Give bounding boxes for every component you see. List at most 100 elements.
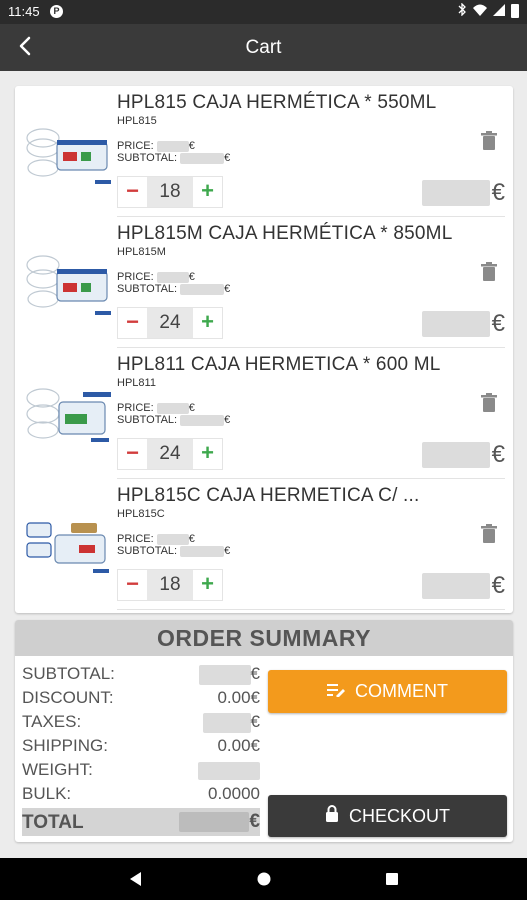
status-time: 11:45 [8,4,40,19]
line-total-value [421,311,490,337]
subtotal-currency: € [224,545,231,557]
cart-list[interactable]: HPL815 CAJA HERMÉTICA * 550ML HPL815 PRI… [15,86,513,613]
quantity-stepper: − 24 + [117,307,223,339]
product-image [23,489,115,589]
price-row: PRICE: € [117,140,195,152]
price-currency: € [188,271,195,283]
item-divider [117,609,505,610]
wifi-icon [473,4,487,19]
system-nav-bar [0,858,527,900]
summary-row-weight: WEIGHT: [22,758,260,782]
line-total: € [421,571,505,601]
price-currency: € [188,533,195,545]
line-total-currency: € [491,572,505,599]
summary-row-discount: DISCOUNT: 0.00€ [22,686,260,710]
subtotal-label: SUBTOTAL: [117,545,178,557]
price-currency: € [188,402,195,414]
summary-label: TAXES: [22,712,82,731]
quantity-stepper: − 18 + [117,176,223,208]
trash-icon[interactable] [481,262,497,282]
trash-icon[interactable] [481,393,497,413]
summary-label: SUBTOTAL: [22,664,115,683]
subtotal-value [180,152,225,164]
summary-label: SHIPPING: [22,736,108,755]
summary-label: WEIGHT: [22,760,93,779]
subtotal-row: SUBTOTAL: € [117,545,230,557]
subtotal-row: SUBTOTAL: € [117,283,230,295]
trash-icon[interactable] [481,131,497,151]
price-label: PRICE: [117,402,154,414]
cart-item: HPL811 CAJA HERMETICA * 600 ML HPL811 PR… [15,348,513,479]
decrease-quantity-button[interactable]: − [118,570,147,600]
price-label: PRICE: [117,533,154,545]
summary-value: € [202,712,260,733]
summary-label: BULK: [22,784,72,803]
product-title: HPL811 CAJA HERMETICA * 600 ML [117,354,441,375]
summary-value: 0.0000 [208,784,260,803]
comment-icon [327,681,345,702]
total-value: € [179,811,260,833]
subtotal-label: SUBTOTAL: [117,414,178,426]
currency-symbol: € [249,811,260,832]
comment-label: COMMENT [355,681,448,701]
checkout-button[interactable]: CHECKOUT [268,795,507,837]
status-bar: 11:45 P [0,0,527,24]
subtotal-row: SUBTOTAL: € [117,414,230,426]
nav-recents-icon[interactable] [385,872,399,891]
line-total-currency: € [491,441,505,468]
price-label: PRICE: [117,140,154,152]
quantity-stepper: − 24 + [117,438,223,470]
nav-back-icon[interactable] [127,870,143,893]
price-value [156,140,189,152]
price-value [156,271,189,283]
order-summary-heading: ORDER SUMMARY [15,620,513,656]
redacted-value [198,664,251,685]
summary-label: DISCOUNT: [22,688,114,707]
line-total-value [421,573,490,599]
signal-icon [493,3,505,19]
currency-symbol: € [250,664,260,683]
increase-quantity-button[interactable]: + [193,308,222,338]
decrease-quantity-button[interactable]: − [118,308,147,338]
price-value [156,533,189,545]
quantity-value[interactable]: 18 [147,570,193,600]
increase-quantity-button[interactable]: + [193,439,222,469]
subtotal-currency: € [224,414,231,426]
bluetooth-icon [458,2,467,19]
summary-value: € [198,664,260,685]
comment-button[interactable]: COMMENT [268,670,507,713]
price-row: PRICE: € [117,533,195,545]
increase-quantity-button[interactable]: + [193,570,222,600]
product-sku: HPL811 [117,377,156,389]
summary-value: 0.00€ [217,688,260,707]
decrease-quantity-button[interactable]: − [118,177,147,207]
subtotal-label: SUBTOTAL: [117,152,178,164]
product-image [23,96,115,196]
redacted-value [179,811,250,832]
quantity-value[interactable]: 24 [147,439,193,469]
quantity-value[interactable]: 24 [147,308,193,338]
product-sku: HPL815 [117,115,157,127]
subtotal-value [180,283,225,295]
product-sku: HPL815M [117,246,166,258]
price-row: PRICE: € [117,271,195,283]
summary-row-total: TOTAL € [22,808,260,836]
summary-row-bulk: BULK: 0.0000 [22,782,260,806]
line-total: € [421,309,505,339]
redacted-value [198,761,260,780]
battery-icon [511,4,519,18]
trash-icon[interactable] [481,524,497,544]
quantity-stepper: − 18 + [117,569,223,601]
subtotal-row: SUBTOTAL: € [117,152,230,164]
line-total-currency: € [491,310,505,337]
decrease-quantity-button[interactable]: − [118,439,147,469]
nav-home-icon[interactable] [256,871,272,892]
price-currency: € [188,140,195,152]
summary-row-subtotal: SUBTOTAL: € [22,662,260,686]
price-label: PRICE: [117,271,154,283]
checkout-label: CHECKOUT [348,805,450,826]
quantity-value[interactable]: 18 [147,177,193,207]
product-title: HPL815 CAJA HERMÉTICA * 550ML [117,92,437,113]
increase-quantity-button[interactable]: + [193,177,222,207]
subtotal-currency: € [224,152,231,164]
